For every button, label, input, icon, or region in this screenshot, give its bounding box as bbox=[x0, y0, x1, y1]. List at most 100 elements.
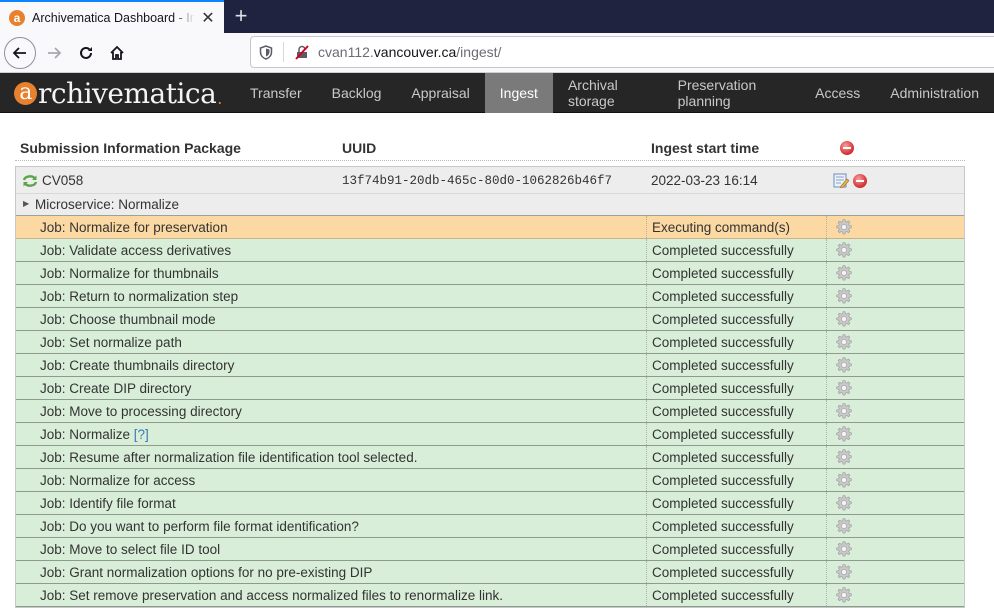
job-row[interactable]: Job: Validate access derivatives Complete… bbox=[16, 239, 964, 262]
menu-item-transfer[interactable]: Transfer bbox=[235, 73, 317, 113]
remove-all-icon[interactable] bbox=[840, 141, 854, 155]
arrow-right-icon bbox=[48, 47, 62, 59]
gear-icon[interactable] bbox=[836, 449, 852, 465]
job-actions bbox=[826, 538, 966, 560]
job-row[interactable]: Job: Create thumbnails directory Complete… bbox=[16, 354, 964, 377]
job-actions bbox=[826, 354, 966, 376]
gear-icon[interactable] bbox=[836, 541, 852, 557]
job-name-text: Job: Grant normalization options for no … bbox=[40, 565, 373, 580]
gear-icon[interactable] bbox=[836, 219, 852, 235]
header-uuid[interactable]: UUID bbox=[342, 140, 376, 156]
url-text[interactable]: cvan112.vancouver.ca/ingest/ bbox=[318, 44, 501, 60]
job-name: Job: Choose thumbnail mode bbox=[40, 312, 216, 327]
job-row[interactable]: Job: Identify file format Completed succe… bbox=[16, 492, 964, 515]
expand-arrow-icon[interactable]: ▶ bbox=[23, 199, 29, 208]
job-row[interactable]: Job: Move to select file ID tool Complete… bbox=[16, 538, 964, 561]
home-icon bbox=[110, 45, 124, 60]
gear-icon[interactable] bbox=[836, 334, 852, 350]
gear-icon[interactable] bbox=[836, 357, 852, 373]
job-actions bbox=[826, 331, 966, 353]
reload-button[interactable] bbox=[70, 37, 102, 69]
job-row[interactable]: Job: Grant normalization options for no … bbox=[16, 561, 964, 584]
job-name-text: Job: Normalize bbox=[40, 427, 131, 442]
refresh-icon bbox=[22, 175, 38, 187]
gear-icon[interactable] bbox=[836, 472, 852, 488]
url-bar[interactable]: cvan112.vancouver.ca/ingest/ bbox=[250, 36, 994, 68]
table-header: Submission Information Package UUID Inge… bbox=[15, 136, 965, 161]
gear-icon[interactable] bbox=[836, 265, 852, 281]
main-menu: Transfer Backlog Appraisal Ingest Archival s… bbox=[235, 73, 994, 113]
job-status: Completed successfully bbox=[646, 469, 826, 491]
gear-icon[interactable] bbox=[836, 288, 852, 304]
menu-item-archival-storage[interactable]: Archival storage bbox=[553, 73, 663, 113]
job-actions bbox=[826, 561, 966, 583]
close-tab-icon[interactable]: ✕ bbox=[201, 8, 215, 28]
sip-row[interactable]: CV058 13f74b91-20db-465c-80d0-1062826b46… bbox=[16, 167, 964, 194]
job-name: Job: Identify file format bbox=[40, 496, 176, 511]
job-row[interactable]: Job: Normalize for preservation Executing… bbox=[16, 216, 964, 239]
forward-button[interactable] bbox=[38, 37, 70, 69]
header-sip[interactable]: Submission Information Package bbox=[20, 140, 241, 156]
gear-icon[interactable] bbox=[836, 311, 852, 327]
menu-item-preservation-planning[interactable]: Preservation planning bbox=[663, 73, 801, 113]
job-name: Job: Create thumbnails directory bbox=[40, 358, 234, 373]
job-row[interactable]: Job: Return to normalization step Complet… bbox=[16, 285, 964, 308]
menu-item-administration[interactable]: Administration bbox=[875, 73, 994, 113]
gear-icon[interactable] bbox=[836, 380, 852, 396]
back-button[interactable] bbox=[4, 37, 36, 69]
job-actions bbox=[826, 308, 966, 330]
insecure-lock-icon[interactable] bbox=[294, 44, 310, 60]
job-name-text: Job: Do you want to perform file format … bbox=[40, 519, 359, 534]
job-name: Job: Normalize [?] bbox=[40, 427, 149, 442]
job-row[interactable]: Job: Move to processing directory Complet… bbox=[16, 400, 964, 423]
job-status: Completed successfully bbox=[646, 262, 826, 284]
microservice-row[interactable]: ▶ Microservice: Normalize bbox=[16, 194, 964, 216]
remove-sip-icon[interactable] bbox=[853, 174, 867, 188]
menu-item-ingest[interactable]: Ingest bbox=[484, 73, 553, 113]
logo-initial: a bbox=[14, 81, 37, 105]
archivematica-logo[interactable]: a rchivematica. bbox=[14, 76, 222, 110]
job-name: Job: Grant normalization options for no … bbox=[40, 565, 372, 580]
job-name: Job: Resume after normalization file ide… bbox=[40, 450, 417, 465]
job-name: Job: Normalize for thumbnails bbox=[40, 266, 219, 281]
new-tab-button[interactable]: + bbox=[228, 3, 254, 28]
job-row[interactable]: Job: Set normalize path Completed success… bbox=[16, 331, 964, 354]
job-actions bbox=[826, 400, 966, 422]
job-row[interactable]: Job: Create DIP directory Completed succe… bbox=[16, 377, 964, 400]
job-row[interactable]: Job: Resume after normalization file ide… bbox=[16, 446, 964, 469]
menu-item-access[interactable]: Access bbox=[800, 73, 875, 113]
url-path: /ingest/ bbox=[456, 44, 502, 60]
job-name: Job: Return to normalization step bbox=[40, 289, 238, 304]
job-name: Job: Validate access derivatives bbox=[40, 243, 231, 258]
gear-icon[interactable] bbox=[836, 587, 852, 603]
edit-metadata-icon[interactable] bbox=[833, 173, 849, 188]
job-name-text: Job: Validate access derivatives bbox=[40, 243, 232, 258]
job-list: Job: Normalize for preservation Executing… bbox=[16, 216, 964, 607]
help-link[interactable]: [?] bbox=[134, 427, 149, 442]
home-button[interactable] bbox=[101, 37, 133, 69]
job-actions bbox=[826, 469, 966, 491]
gear-icon[interactable] bbox=[836, 495, 852, 511]
job-row[interactable]: Job: Normalize [?] Completed successfully bbox=[16, 423, 964, 446]
menu-item-backlog[interactable]: Backlog bbox=[317, 73, 397, 113]
job-row[interactable]: Job: Choose thumbnail mode Completed succ… bbox=[16, 308, 964, 331]
job-row[interactable]: Job: Normalize for thumbnails Completed s… bbox=[16, 262, 964, 285]
job-status: Completed successfully bbox=[646, 561, 826, 583]
gear-icon[interactable] bbox=[836, 426, 852, 442]
shield-icon[interactable] bbox=[259, 44, 273, 60]
gear-icon[interactable] bbox=[836, 242, 852, 258]
archivematica-favicon-icon: a bbox=[9, 9, 25, 26]
job-name-text: Job: Choose thumbnail mode bbox=[40, 312, 216, 327]
job-row[interactable]: Job: Normalize for access Completed succe… bbox=[16, 469, 964, 492]
gear-icon[interactable] bbox=[836, 564, 852, 580]
sip-name[interactable]: CV058 bbox=[42, 173, 83, 188]
job-row[interactable]: Job: Do you want to perform file format … bbox=[16, 515, 964, 538]
menu-item-appraisal[interactable]: Appraisal bbox=[396, 73, 484, 113]
header-start-time[interactable]: Ingest start time bbox=[651, 140, 759, 156]
gear-icon[interactable] bbox=[836, 403, 852, 419]
job-status: Completed successfully bbox=[646, 239, 826, 261]
job-row[interactable]: Job: Set remove preservation and access … bbox=[16, 584, 964, 607]
browser-tab[interactable]: a Archivematica Dashboard - Ingest ✕ bbox=[0, 0, 224, 33]
sip-panel: CV058 13f74b91-20db-465c-80d0-1062826b46… bbox=[15, 166, 965, 608]
gear-icon[interactable] bbox=[836, 518, 852, 534]
